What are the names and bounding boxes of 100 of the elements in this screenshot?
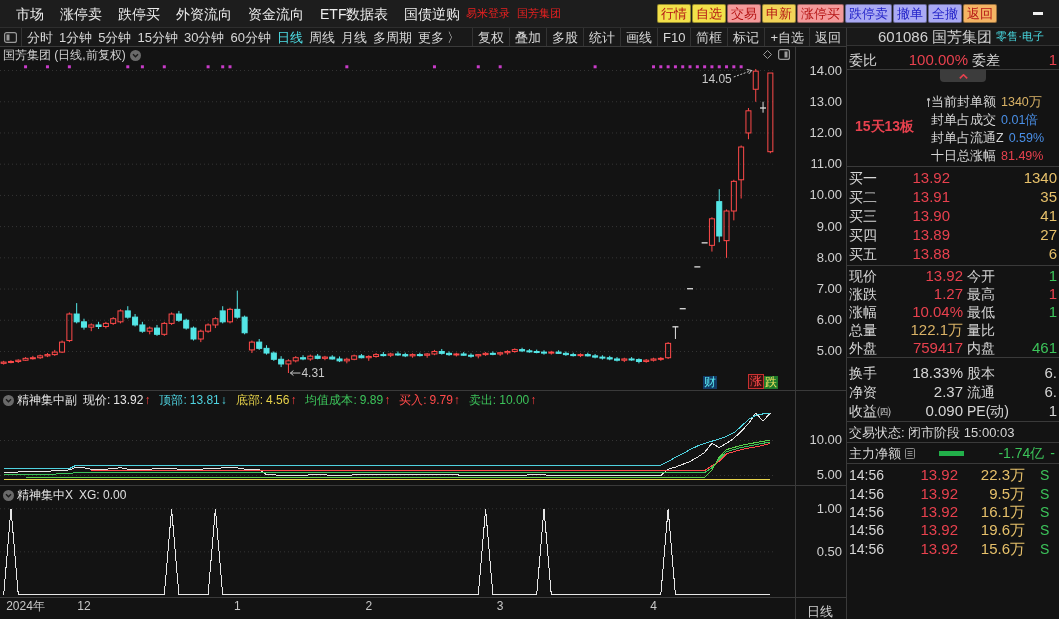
stat-value: 759417 (911, 340, 963, 356)
bid-label: 买一 (849, 170, 878, 187)
stat-label: 委比 (849, 51, 878, 68)
limit-up-streak: 15天13板 (855, 118, 915, 134)
axis-label: 12.00 (809, 125, 842, 140)
legend-value: 13.92 (113, 393, 144, 407)
indicator-readout: XG: 0.00 (79, 488, 127, 502)
axis-label: 1.00 (816, 501, 842, 516)
bid-price: 13.91 (911, 189, 950, 206)
stat-label: 封单占流通Z (931, 130, 1004, 146)
indicator-name: 精神集中X (17, 488, 73, 502)
stat-value: 0.01倍 (1001, 112, 1039, 128)
axis-label: 7.00 (816, 282, 842, 297)
bid-price: 13.88 (911, 245, 950, 262)
stat-label: 最低 (967, 304, 995, 320)
axis-label: 10.00 (809, 433, 842, 448)
stat-label: 十日总涨幅 (931, 148, 996, 164)
axis-label: 12 (77, 599, 91, 613)
legend-label: 均值成本: (305, 393, 357, 407)
stock-title: 601086 国芳集团 (878, 28, 993, 45)
tick-volume: 22.3万 (979, 467, 1025, 484)
tick-time: 14:56 (849, 540, 886, 557)
tick-price: 13.92 (919, 540, 958, 557)
stat-label: 涨幅 (849, 304, 878, 320)
tick-side: S (1040, 522, 1050, 539)
tick-side: S (1040, 540, 1050, 557)
legend-value: 9.89 (359, 393, 384, 407)
tick-time: 14:56 (849, 503, 886, 520)
stat-label: 今开 (967, 268, 995, 284)
bid-price: 13.89 (911, 226, 950, 243)
tick-side: S (1040, 467, 1050, 484)
period-label: 日线 (807, 604, 833, 619)
stat-label: 换手 (849, 364, 878, 381)
stat-value: 1 (1048, 51, 1058, 68)
stat-label: 净资 (849, 383, 878, 400)
stat-value: 1.27 (932, 286, 963, 302)
bid-label: 买三 (849, 208, 878, 224)
stat-label: 委差 (972, 51, 1000, 68)
stat-value: - (1050, 445, 1055, 461)
stat-value: 1340万 (1001, 94, 1042, 110)
annotation-label: 14.05 (701, 72, 732, 86)
trend-arrow: ↓ (220, 393, 227, 407)
stat-label: 收益㈣ (849, 402, 892, 419)
legend-label: 顶部: (159, 393, 187, 407)
axis-label: 2024年 (6, 599, 45, 613)
stat-label: 内盘 (967, 340, 995, 356)
axis-label: 13.00 (809, 94, 842, 109)
indicator-name: 精神集中副 (17, 393, 77, 407)
axis-label: 0.50 (816, 544, 842, 559)
stat-label: PE(动) (967, 402, 1009, 419)
tick-price: 13.92 (919, 503, 958, 520)
tick-time: 14:56 (849, 485, 886, 502)
stat-value: 6. (1044, 364, 1058, 381)
axis-label: 9.00 (816, 219, 842, 234)
axis-label: 2 (365, 599, 373, 613)
stat-value: 1 (1048, 304, 1058, 320)
bid-label: 买二 (849, 189, 878, 206)
axis-label: 5.00 (816, 344, 842, 359)
stat-value: 1 (1048, 268, 1058, 284)
bid-label: 买四 (849, 226, 878, 243)
axis-label: 5.00 (816, 468, 842, 483)
bid-price: 13.90 (911, 208, 950, 224)
axis-label: 11.00 (810, 157, 842, 172)
chart-title: 国芳集团 (日线,前复权) (3, 48, 126, 62)
stat-value: 0.59% (1008, 130, 1045, 146)
tick-volume: 15.6万 (979, 540, 1025, 557)
stat-label: 现价 (849, 268, 878, 284)
stat-label: 最高 (967, 286, 995, 302)
axis-label: 14.00 (809, 63, 842, 78)
axis-label: 10.00 (809, 188, 842, 203)
legend-label: 买入: (399, 393, 427, 407)
stat-label: 涨跌 (849, 286, 878, 302)
stat-label: 封单占成交 (931, 112, 996, 128)
trend-arrow: ↑ (290, 393, 297, 407)
stat-value: 2.37 (932, 383, 963, 400)
legend-label: 现价: (83, 393, 111, 407)
tick-side: S (1040, 485, 1050, 502)
bid-volume: 1340 (1023, 170, 1058, 187)
stat-label: 量比 (967, 322, 995, 338)
trading-status: 交易状态: 闭市阶段 15:00:03 (849, 424, 1015, 440)
bid-volume: 35 (1040, 189, 1058, 206)
axis-label: 1 (233, 599, 241, 613)
tick-volume: 9.5万 (988, 485, 1025, 502)
legend-value: 9.79 (429, 393, 453, 407)
stat-label: 主力净额 (849, 445, 901, 461)
bid-volume: 6 (1048, 245, 1058, 262)
stat-value: 18.33% (911, 364, 963, 381)
tick-price: 13.92 (919, 485, 958, 502)
bid-volume: 41 (1040, 208, 1058, 224)
trend-arrow: ↑ (530, 393, 537, 407)
tick-side: S (1040, 503, 1050, 520)
tick-volume: 16.1万 (979, 503, 1025, 520)
tick-price: 13.92 (919, 467, 958, 484)
trend-arrow: ↑ (144, 393, 151, 407)
legend-value: 10.00 (499, 393, 530, 407)
stat-label: 股本 (967, 364, 995, 381)
tick-price: 13.92 (919, 522, 958, 539)
stat-value: 100.00% (907, 51, 968, 68)
tick-time: 14:56 (849, 467, 886, 484)
tick-time: 14:56 (849, 522, 886, 539)
